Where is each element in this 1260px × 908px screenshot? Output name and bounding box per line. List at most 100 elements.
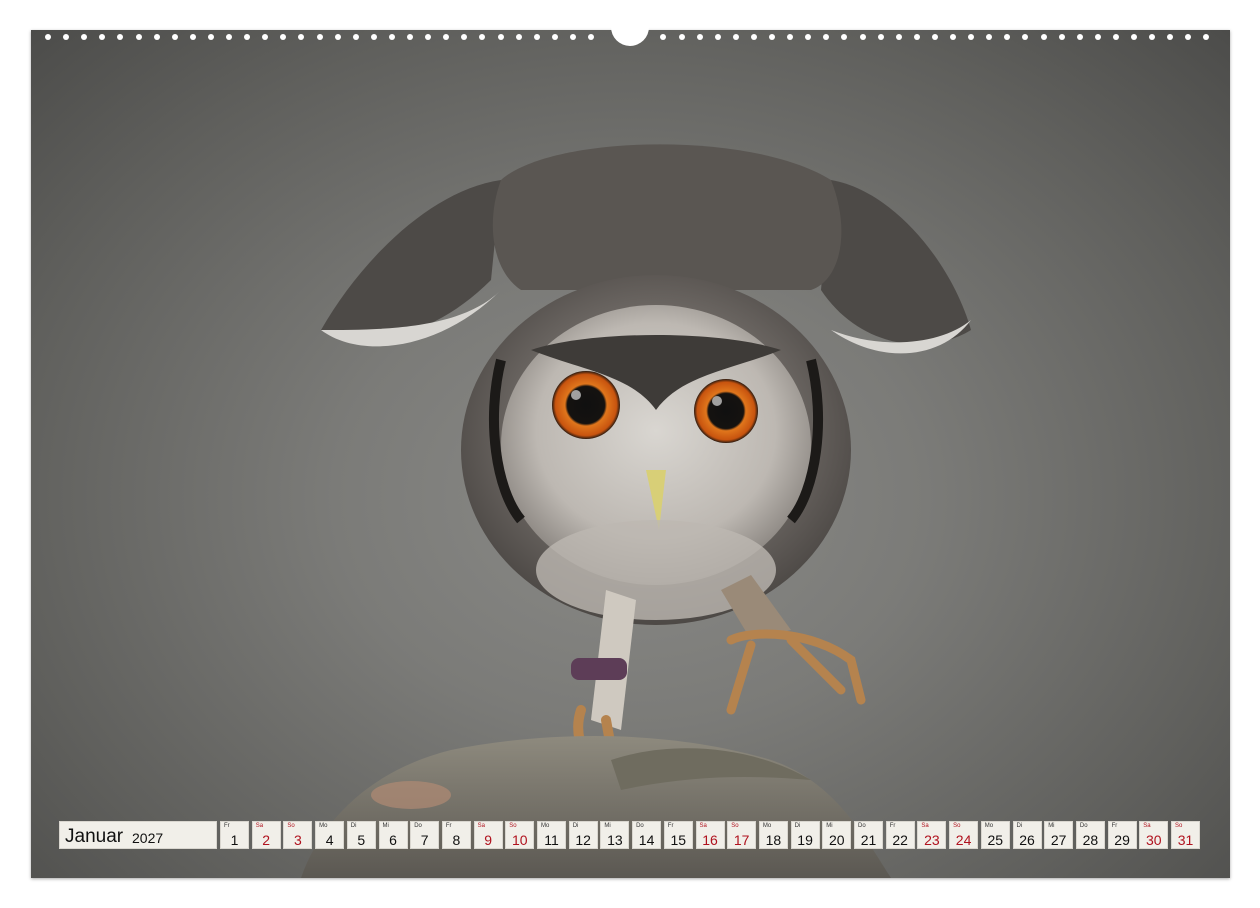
binding-hole [1167,34,1173,40]
day-cell: So 10 [505,821,535,849]
day-number: 26 [1019,832,1035,848]
day-number: 14 [638,832,655,848]
left-eye [552,371,620,439]
weekday-label: Di [1016,823,1023,829]
day-cell: Mo 18 [758,821,788,849]
binding-hole [63,34,69,40]
day-number: 20 [829,832,845,848]
day-number: 31 [1177,832,1194,848]
owl-photo [301,144,971,878]
day-number: 13 [607,832,623,848]
day-number: 23 [924,832,940,848]
weekday-label: Fr [667,823,674,829]
weekday-label: Sa [1143,823,1151,829]
day-cell: Sa 30 [1139,821,1169,849]
binding-hole [914,34,920,40]
binding-hole [1004,34,1010,40]
weekday-label: Do [636,823,644,829]
day-number: 4 [325,832,334,848]
binding-hole [172,34,178,40]
month-name: Januar [65,826,124,847]
day-number: 12 [575,832,591,848]
weekday-label: Sa [921,823,929,829]
binding-hole [262,34,268,40]
day-cell: Mi 13 [600,821,630,849]
binding-hole [841,34,847,40]
day-number: 16 [702,832,718,848]
binding-hole [860,34,866,40]
day-number: 15 [670,832,687,848]
weekday-label: So [1175,823,1183,829]
weekday-label: Fr [1111,823,1118,829]
weekday-label: Sa [699,823,707,829]
day-cell: Sa 23 [917,821,947,849]
binding-hole [805,34,811,40]
binding-hole [45,34,51,40]
weekday-label: Mo [319,823,328,829]
day-cell: Di 19 [790,821,820,849]
day-number: 18 [765,832,782,848]
binding-hole [317,34,323,40]
binding-hole [298,34,304,40]
day-number: 21 [860,832,877,848]
weekday-label: Do [414,823,422,829]
binding-hole [99,34,105,40]
rock [301,736,891,878]
weekday-label: Di [794,823,801,829]
binding-hole [733,34,739,40]
binding-hole [715,34,721,40]
weekday-label: Mo [984,823,994,829]
day-cell: So 17 [727,821,757,849]
day-cell: Di 26 [1012,821,1042,849]
month-label-box: Januar 2027 [59,821,217,849]
day-cell: Mo 25 [980,821,1010,849]
day-cell: Do 28 [1075,821,1105,849]
weekday-label: Mi [382,823,389,829]
binding-hole [389,34,395,40]
day-number: 24 [955,832,972,848]
day-cell: Do 21 [854,821,883,849]
binding-hole [81,34,87,40]
weekday-label: Mi [604,823,611,829]
weekday-label: Sa [477,823,485,829]
day-cell: Sa 2 [251,821,281,849]
binding-hole [498,34,504,40]
right-eye [694,379,758,443]
day-cell: Fr 29 [1107,821,1137,849]
day-number: 10 [512,832,528,848]
day-number: 22 [892,832,908,848]
binding-hole [407,34,413,40]
binding-hole [226,34,232,40]
day-number: 30 [1146,832,1162,848]
binding-hole [461,34,467,40]
day-cell: Fr 22 [885,821,915,849]
day-cell: Mi 20 [822,821,852,849]
weekday-label: Do [1079,823,1088,829]
day-number: 29 [1114,832,1130,848]
day-cell: Mi 27 [1044,821,1074,849]
binding-hole [1041,34,1047,40]
day-number: 9 [484,832,492,848]
weekday-label: Fr [224,823,230,829]
binding-hole [244,34,250,40]
day-cell: Do 7 [410,821,440,849]
hanger-notch [611,27,649,46]
binding-hole [208,34,214,40]
day-cell: Fr 15 [663,821,693,849]
binding-hole [516,34,522,40]
binding-hole [1095,34,1101,40]
binding-hole [190,34,196,40]
binding-hole [335,34,341,40]
day-cell: Mo 4 [315,821,345,849]
day-number: 5 [357,832,366,848]
binding-hole [1059,34,1065,40]
weekday-label: Di [572,823,579,829]
day-number: 3 [293,832,302,848]
binding-hole [570,34,576,40]
binding-hole [534,34,540,40]
binding-hole [1185,34,1191,40]
binding-hole [697,34,703,40]
weekday-label: Do [858,823,866,829]
binding-hole [932,34,938,40]
day-number: 19 [797,832,813,848]
